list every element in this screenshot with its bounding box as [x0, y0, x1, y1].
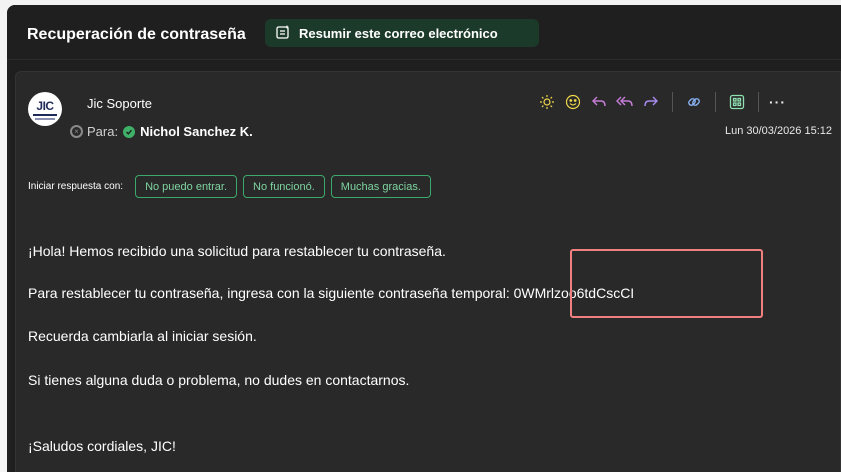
toolbar-divider: [672, 92, 673, 112]
email-reading-pane: Recuperación de contraseña Resumir este …: [7, 5, 841, 472]
presence-offline-icon: ×: [70, 125, 83, 138]
reply-icon[interactable]: [586, 90, 612, 114]
sender-name[interactable]: Jic Soporte: [87, 96, 152, 111]
avatar-text: JIC: [36, 99, 54, 113]
email-subject: Recuperación de contraseña: [27, 26, 246, 43]
subject-bar: Recuperación de contraseña Resumir este …: [7, 5, 841, 60]
suggested-replies: Iniciar respuesta con: No puedo entrar. …: [28, 175, 431, 198]
body-line: Recuerda cambiarla al iniciar sesión.: [28, 328, 257, 344]
reply-all-icon[interactable]: [612, 90, 638, 114]
message-card: JIC × Jic Soporte Para: Nichol Sanchez K…: [15, 71, 841, 472]
summarize-label: Resumir este correo electrónico: [299, 25, 498, 41]
message-date: Lun 30/03/2026 15:12: [724, 125, 832, 137]
to-label: Para:: [87, 124, 119, 139]
suggested-replies-label: Iniciar respuesta con:: [28, 181, 124, 192]
check-icon: [123, 125, 136, 138]
smiley-icon[interactable]: [560, 90, 586, 114]
toolbar-divider: [715, 92, 716, 112]
suggested-reply-chip[interactable]: No funcionó.: [243, 175, 325, 198]
body-line: ¡Hola! Hemos recibido una solicitud para…: [28, 243, 446, 259]
message-toolbar: ···: [534, 90, 786, 114]
apps-icon[interactable]: [724, 90, 750, 114]
recipient-name[interactable]: Nichol Sanchez K.: [140, 124, 253, 139]
link-icon[interactable]: [681, 90, 707, 114]
suggested-reply-chip[interactable]: No puedo entrar.: [135, 175, 238, 198]
body-signoff: ¡Saludos cordiales, JIC!: [28, 438, 176, 454]
password-highlight-box: [570, 249, 763, 318]
avatar[interactable]: JIC: [28, 92, 62, 126]
body-line-password: Para restablecer tu contraseña, ingresa …: [28, 285, 635, 301]
body-line: Si tienes alguna duda o problema, no dud…: [28, 372, 410, 388]
avatar-logo-line: [35, 118, 55, 120]
recipient-line: Para: Nichol Sanchez K.: [87, 124, 253, 139]
forward-icon[interactable]: [638, 90, 664, 114]
more-icon[interactable]: ···: [769, 94, 786, 110]
sun-icon[interactable]: [534, 90, 560, 114]
toolbar-divider: [758, 92, 759, 112]
summarize-icon: [275, 24, 291, 43]
suggested-reply-chip[interactable]: Muchas gracias.: [330, 175, 431, 198]
avatar-logo-line: [33, 114, 57, 116]
summarize-email-button[interactable]: Resumir este correo electrónico: [265, 19, 539, 47]
